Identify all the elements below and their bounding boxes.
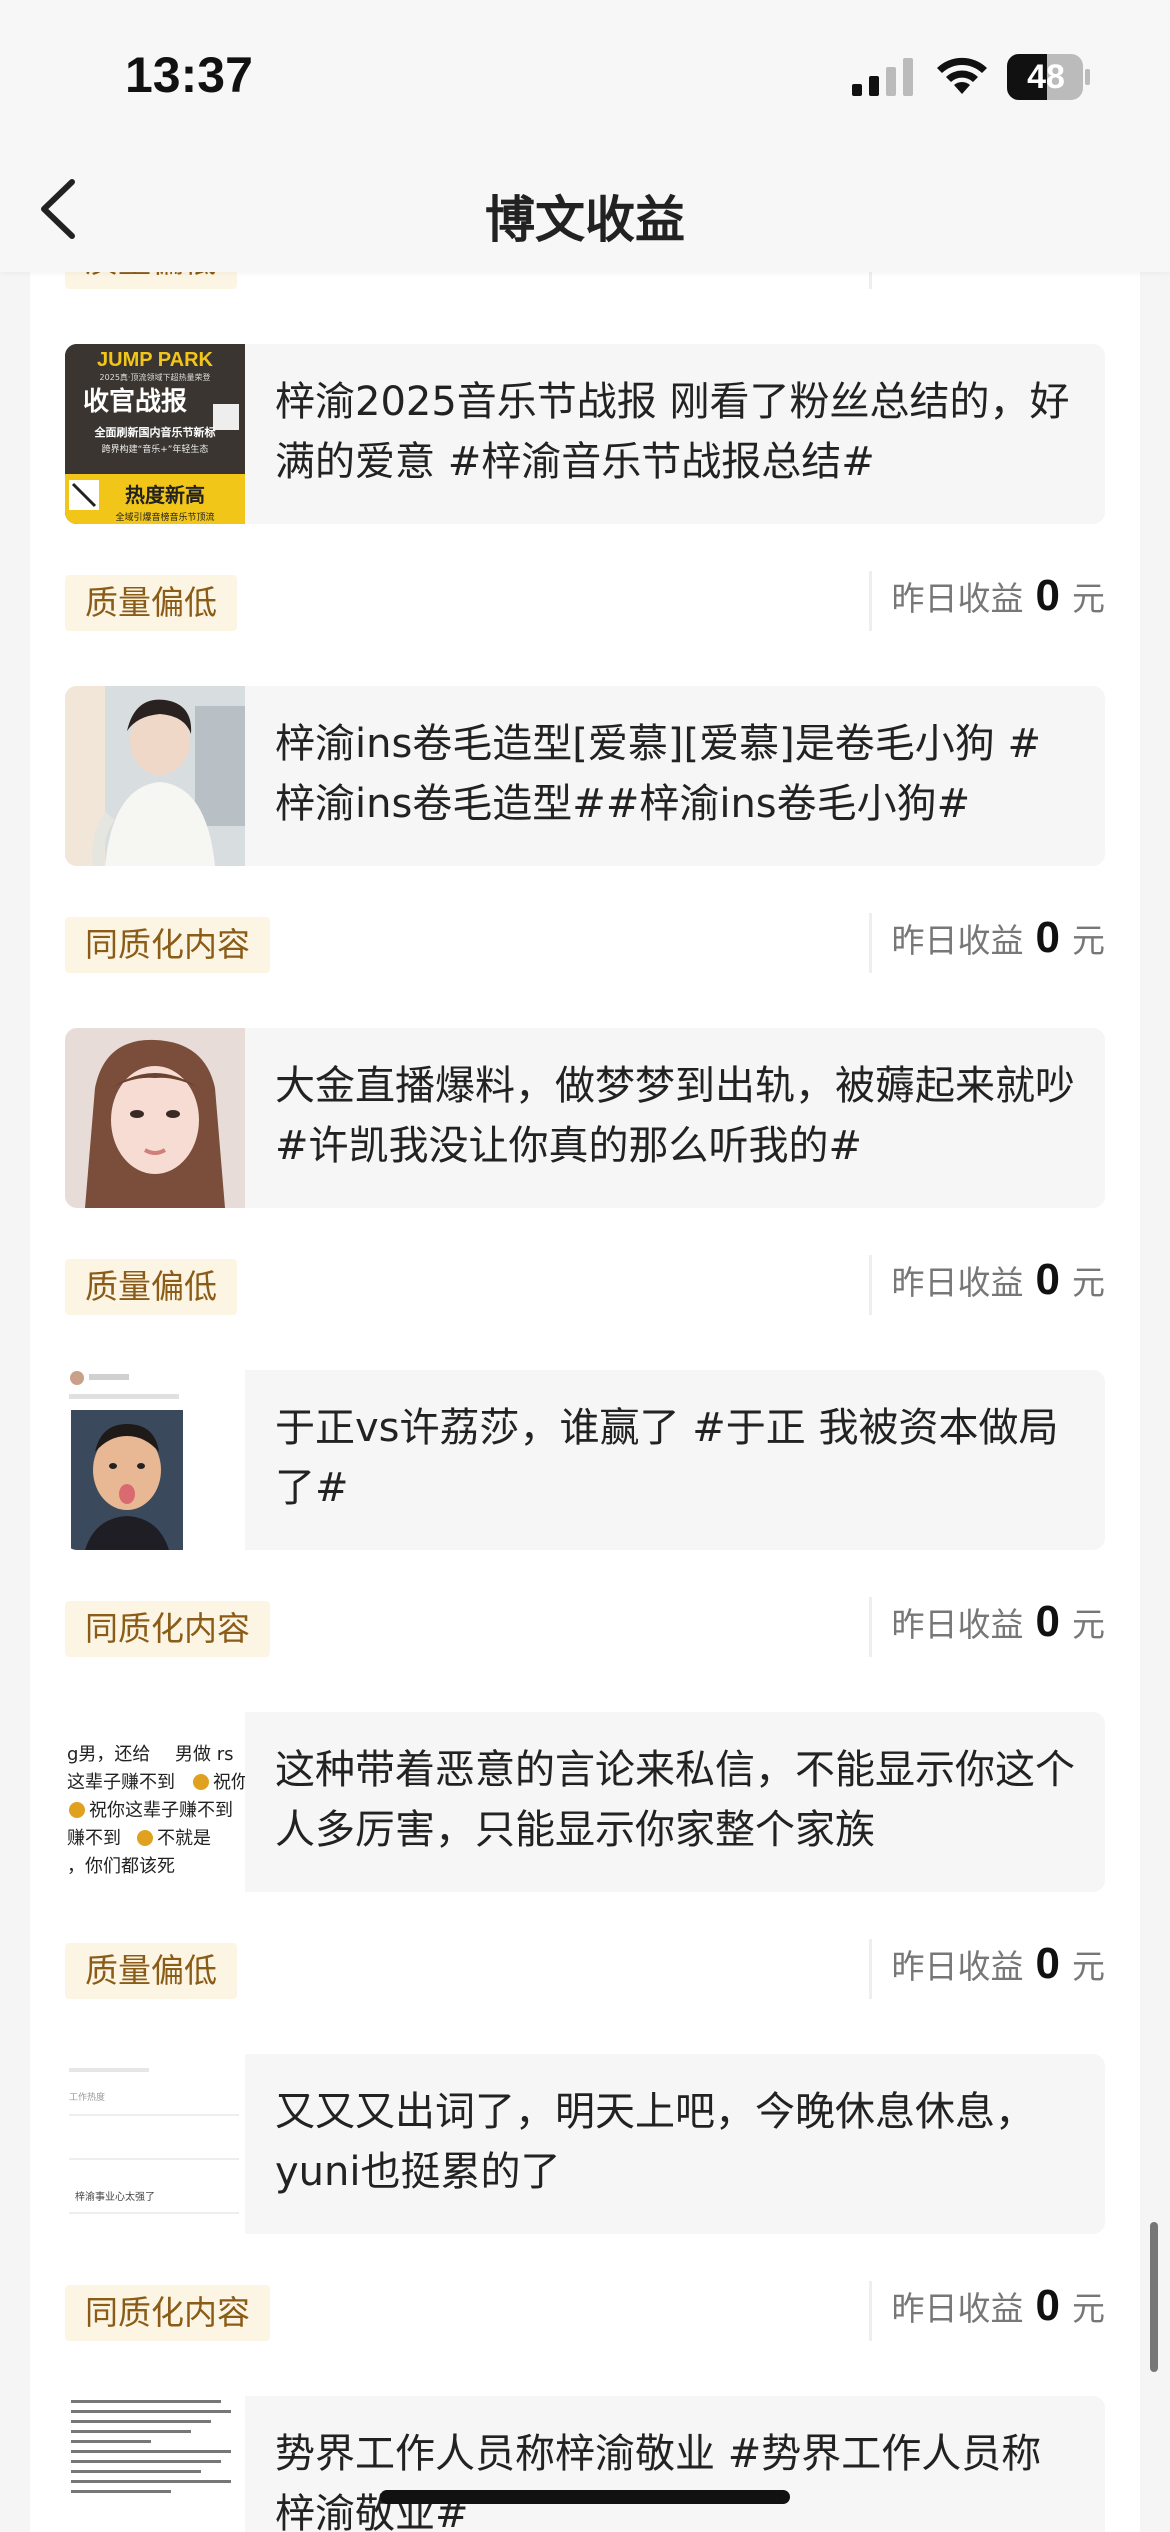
post-meta-row: 同质化内容 昨日收益 0 元 — [30, 2267, 1140, 2353]
thumb-text-heat: 热度新高 — [125, 483, 205, 507]
yesterday-earnings: 昨日收益 0 元 — [868, 1597, 1105, 1657]
earnings-label: 昨日收益 — [891, 1605, 1024, 1644]
list-item: 质量偏低 昨日收益 0 元 JUMP PARK — [30, 272, 1140, 557]
post-text: 势界工作人员称梓渝敬业 #势界工作人员称梓渝敬业# — [275, 2431, 1042, 2532]
quality-tag: 质量偏低 — [65, 272, 237, 289]
earnings-value: 0 — [1035, 1939, 1060, 1988]
earnings-label: 昨日收益 — [891, 921, 1024, 960]
thumb-msg-8: ，你们都该死 — [67, 1856, 175, 1877]
earnings-value: 0 — [1035, 571, 1060, 620]
earnings-value: 0 — [1035, 913, 1060, 962]
post-thumbnail — [65, 686, 245, 866]
thumb-text-line4: 全面刷新国内音乐节新标 — [94, 425, 216, 439]
list-item: 质量偏低 昨日收益 0 元 — [30, 1241, 1140, 1583]
post-meta-row: 质量偏低 昨日收益 0 元 — [30, 272, 1140, 301]
earnings-label: 昨日收益 — [891, 2289, 1024, 2328]
yesterday-earnings: 昨日收益 0 元 — [868, 1255, 1105, 1315]
post-thumbnail — [65, 1370, 245, 1550]
post-text: 梓渝ins卷毛造型[爱慕][爱慕]是卷毛小狗 #梓渝ins卷毛造型##梓渝ins… — [275, 721, 1041, 827]
earnings-label: 昨日收益 — [892, 272, 1024, 278]
post-text: 这种带着恶意的言论来私信，不能显示你这个人多厉害，只能显示你家整个家族 — [275, 1747, 1075, 1853]
earnings-unit: 元 — [1072, 1947, 1105, 1986]
list-track: 质量偏低 昨日收益 0 元 JUMP PARK — [30, 272, 1140, 2532]
post-meta-row: 质量偏低 昨日收益 0 元 — [30, 557, 1140, 643]
earnings-unit: 元 — [1072, 579, 1105, 618]
earnings-label: 昨日收益 — [891, 579, 1024, 618]
post-text: 于正vs许荔莎，谁赢了 #于正 我被资本做局了# — [275, 1405, 1059, 1511]
post-thumbnail — [65, 1028, 245, 1208]
post-card[interactable]: JUMP PARK 2025真·顶流领域下超热量荣登 收官战报 全面刷新国内音乐… — [65, 344, 1105, 524]
earnings-label: 昨日收益 — [891, 1263, 1024, 1302]
yesterday-earnings: 昨日收益 0 元 — [868, 913, 1105, 973]
earnings-unit: 元 — [1072, 1263, 1105, 1302]
post-thumbnail: 工作热度 梓渝事业心太强了 — [65, 2054, 245, 2234]
thumb-msg-2: 男做 rs — [175, 1744, 234, 1765]
post-meta-row: 同质化内容 昨日收益 0 元 — [30, 899, 1140, 985]
earnings-unit: 元 — [1072, 1605, 1105, 1644]
thumb-msg-4: 祝你 — [213, 1772, 245, 1793]
earnings-value: 0 — [1035, 2281, 1060, 2330]
thumb-msg-5: 祝你这辈子赚不到 — [89, 1800, 233, 1821]
quality-tag: 质量偏低 — [65, 1943, 237, 1999]
thumb-ui-text: 梓渝事业心太强了 — [75, 2190, 155, 2203]
post-thumbnail: JUMP PARK 2025真·顶流领域下超热量荣登 收官战报 全面刷新国内音乐… — [65, 344, 245, 524]
thumb-text-line7: 全域引爆音榜音乐节顶流 — [115, 511, 214, 523]
thumb-msg-6: 赚不到 — [67, 1828, 121, 1849]
post-thumbnail — [65, 2396, 245, 2532]
post-earnings-list[interactable]: 质量偏低 昨日收益 0 元 JUMP PARK — [30, 272, 1140, 2532]
post-text: 又又又出词了，明天上吧，今晚休息休息，yuni也挺累的了 — [275, 2089, 1035, 2195]
post-card[interactable]: 梓渝ins卷毛造型[爱慕][爱慕]是卷毛小狗 #梓渝ins卷毛造型##梓渝ins… — [65, 686, 1105, 866]
post-card[interactable]: 势界工作人员称梓渝敬业 #势界工作人员称梓渝敬业# — [65, 2396, 1105, 2532]
cellular-signal-icon — [852, 58, 913, 96]
navigation-bar: 博文收益 — [0, 150, 1170, 272]
earnings-unit: 元 — [1072, 921, 1105, 960]
wifi-icon — [937, 57, 987, 94]
earnings-label: 昨日收益 — [891, 1947, 1024, 1986]
post-card[interactable]: 于正vs许荔莎，谁赢了 #于正 我被资本做局了# — [65, 1370, 1105, 1550]
yesterday-earnings: 昨日收益 0 元 — [868, 2281, 1105, 2341]
quality-tag: 同质化内容 — [65, 1601, 270, 1657]
vertical-scrollbar[interactable] — [1150, 2222, 1158, 2372]
battery-level: 48 — [1027, 58, 1065, 96]
quality-tag: 同质化内容 — [65, 917, 270, 973]
yesterday-earnings: 昨日收益 0 元 — [868, 272, 1105, 289]
post-card[interactable]: g男，还给 男做 rs 这辈子赚不到 祝你 祝你这辈子赚不到 赚不到 不就是 ，… — [65, 1712, 1105, 1892]
quality-tag: 质量偏低 — [65, 1259, 237, 1315]
post-meta-row: 质量偏低 昨日收益 0 元 — [30, 1241, 1140, 1327]
earnings-value: 0 — [1035, 1597, 1060, 1646]
thumb-msg-1: g男，还给 — [67, 1744, 150, 1765]
thumb-text-headline: 收官战报 — [83, 386, 187, 417]
thumb-text-line5: 跨界构建“音乐+”年轻生态 — [102, 443, 209, 455]
quality-tag: 质量偏低 — [65, 575, 237, 631]
status-bar: 13:37 48 — [0, 0, 1170, 150]
list-item: 质量偏低 昨日收益 0 元 工作热度 梓渝事业心太强了 又又又出词了，明天上吧，… — [30, 1925, 1140, 2267]
thumb-msg-3: 这辈子赚不到 — [67, 1772, 175, 1793]
earnings-unit: 元 — [1072, 2289, 1105, 2328]
home-indicator[interactable] — [380, 2490, 790, 2504]
thumb-ui-label: 工作热度 — [69, 2091, 105, 2103]
thumb-msg-7: 不就是 — [157, 1828, 211, 1849]
post-meta-row: 质量偏低 昨日收益 0 元 — [30, 1925, 1140, 2011]
thumb-text-jumppark: JUMP PARK — [97, 349, 214, 371]
post-thumbnail: g男，还给 男做 rs 这辈子赚不到 祝你 祝你这辈子赚不到 赚不到 不就是 ，… — [65, 1712, 245, 1892]
yesterday-earnings: 昨日收益 0 元 — [868, 1939, 1105, 1999]
status-time: 13:37 — [125, 47, 253, 103]
quality-tag: 同质化内容 — [65, 2285, 270, 2341]
page-title: 博文收益 — [485, 191, 685, 249]
post-card[interactable]: 大金直播爆料，做梦梦到出轨，被薅起来就吵 #许凯我没让你真的那么听我的# — [65, 1028, 1105, 1208]
post-meta-row: 同质化内容 昨日收益 0 元 — [30, 1583, 1140, 1669]
list-item: 同质化内容 昨日收益 0 元 — [30, 899, 1140, 1241]
list-item: 质量偏低 昨日收益 0 元 — [30, 557, 1140, 899]
earnings-value: 0 — [1036, 272, 1060, 279]
list-item: 同质化内容 昨日收益 0 元 g男，还给 男做 rs 这辈子赚不到 祝你 祝你这… — [30, 1583, 1140, 1925]
thumb-text-subtitle: 2025真·顶流领域下超热量荣登 — [100, 372, 211, 382]
earnings-unit: 元 — [1072, 272, 1105, 278]
post-text: 梓渝2025音乐节战报 刚看了粉丝总结的，好满的爱意 #梓渝音乐节战报总结# — [275, 379, 1070, 485]
post-card[interactable]: 工作热度 梓渝事业心太强了 又又又出词了，明天上吧，今晚休息休息，yuni也挺累… — [65, 2054, 1105, 2234]
post-text: 大金直播爆料，做梦梦到出轨，被薅起来就吵 #许凯我没让你真的那么听我的# — [275, 1063, 1075, 1169]
yesterday-earnings: 昨日收益 0 元 — [868, 571, 1105, 631]
earnings-value: 0 — [1035, 1255, 1060, 1304]
